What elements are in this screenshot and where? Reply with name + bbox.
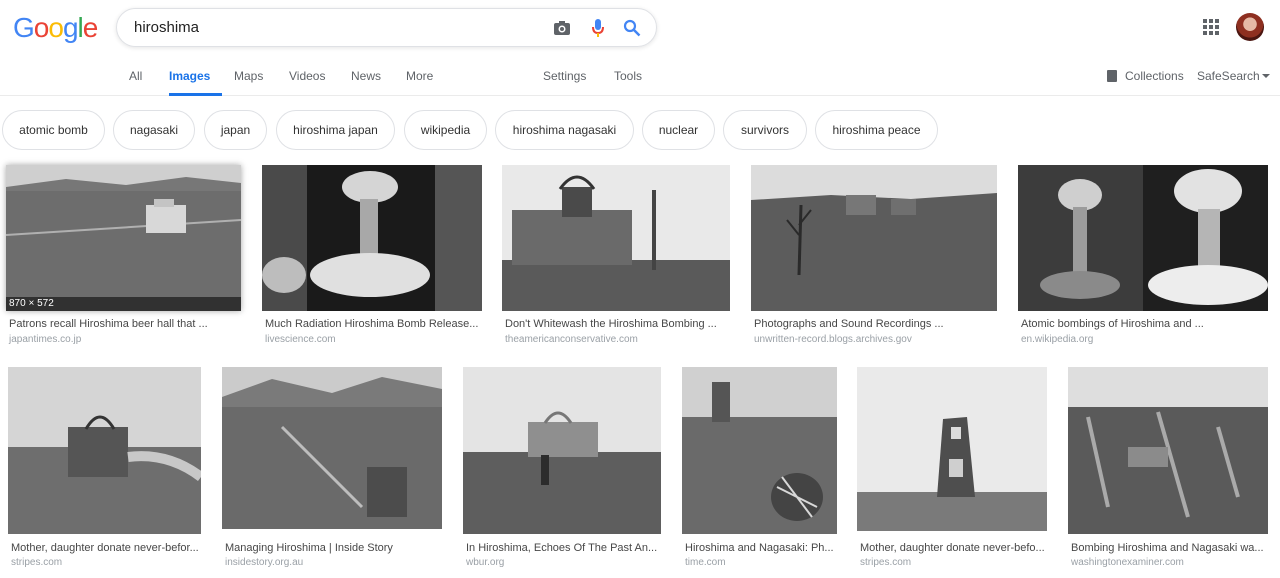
image-result[interactable]: In Hiroshima, Echoes Of The Past An... w… <box>463 367 661 572</box>
tab-videos[interactable]: Videos <box>289 69 325 96</box>
result-title: Patrons recall Hiroshima beer hall that … <box>9 318 208 330</box>
result-source: unwritten-record.blogs.archives.gov <box>754 334 912 345</box>
search-input[interactable]: hiroshima <box>134 19 199 36</box>
apps-grid-icon[interactable] <box>1203 19 1219 35</box>
related-chip[interactable]: wikipedia <box>404 110 487 150</box>
result-title: Photographs and Sound Recordings ... <box>754 318 944 330</box>
related-chip[interactable]: hiroshima nagasaki <box>495 110 634 150</box>
google-logo[interactable]: Google <box>13 12 98 44</box>
result-title: Don't Whitewash the Hiroshima Bombing ..… <box>505 318 717 330</box>
result-source: washingtonexaminer.com <box>1071 557 1184 568</box>
tab-images[interactable]: Images <box>169 69 222 96</box>
result-thumbnail[interactable] <box>262 165 482 311</box>
result-title: Bombing Hiroshima and Nagasaki wa... <box>1071 542 1264 554</box>
image-result[interactable]: Hiroshima and Nagasaki: Ph... time.com <box>682 367 837 572</box>
result-thumbnail[interactable] <box>1018 165 1268 311</box>
image-result[interactable]: Mother, daughter donate never-befor... s… <box>8 367 201 572</box>
image-result[interactable]: Don't Whitewash the Hiroshima Bombing ..… <box>502 165 730 345</box>
search-box[interactable]: hiroshima <box>116 8 657 47</box>
result-thumbnail[interactable]: 870 × 572 <box>6 165 241 311</box>
tab-more[interactable]: More <box>406 69 433 96</box>
result-thumbnail[interactable] <box>857 367 1047 531</box>
image-result[interactable]: Mother, daughter donate never-befo... st… <box>857 367 1047 572</box>
search-nav: All Images Maps Videos News More Setting… <box>0 69 1280 96</box>
image-result[interactable]: Much Radiation Hiroshima Bomb Release...… <box>262 165 482 345</box>
tools-link[interactable]: Tools <box>614 69 642 96</box>
image-dimensions: 870 × 572 <box>6 297 241 311</box>
tab-news[interactable]: News <box>351 69 381 96</box>
result-source: stripes.com <box>11 557 63 568</box>
related-chip[interactable]: hiroshima peace <box>815 110 938 150</box>
related-chip[interactable]: hiroshima japan <box>276 110 395 150</box>
account-avatar[interactable] <box>1236 13 1264 41</box>
result-thumbnail[interactable] <box>751 165 997 311</box>
tab-maps[interactable]: Maps <box>234 69 263 96</box>
result-title: Mother, daughter donate never-befo... <box>860 542 1045 554</box>
result-thumbnail[interactable] <box>682 367 837 534</box>
camera-icon[interactable] <box>552 18 572 38</box>
collections-icon <box>1107 70 1117 82</box>
result-source: insidestory.org.au <box>225 557 304 568</box>
image-result[interactable]: Managing Hiroshima | Inside Story inside… <box>222 367 442 572</box>
result-source: stripes.com <box>860 557 912 568</box>
collections-link[interactable]: Collections <box>1107 69 1184 83</box>
related-chip[interactable]: survivors <box>723 110 807 150</box>
result-source: theamericanconservative.com <box>505 334 638 345</box>
result-title: Mother, daughter donate never-befor... <box>11 542 199 554</box>
result-thumbnail[interactable] <box>222 367 442 529</box>
safesearch-menu[interactable]: SafeSearch <box>1197 69 1270 83</box>
related-chip[interactable]: nagasaki <box>113 110 195 150</box>
result-source: wbur.org <box>466 557 505 568</box>
result-source: en.wikipedia.org <box>1021 334 1094 345</box>
safesearch-label: SafeSearch <box>1197 69 1260 83</box>
result-source: time.com <box>685 557 726 568</box>
result-title: Hiroshima and Nagasaki: Ph... <box>685 542 834 554</box>
result-thumbnail[interactable] <box>1068 367 1268 534</box>
tab-all[interactable]: All <box>129 69 142 96</box>
result-title: In Hiroshima, Echoes Of The Past An... <box>466 542 658 554</box>
related-chip[interactable]: atomic bomb <box>2 110 105 150</box>
result-thumbnail[interactable] <box>502 165 730 311</box>
result-source: livescience.com <box>265 334 336 345</box>
collections-label: Collections <box>1125 69 1184 83</box>
search-icon[interactable] <box>622 18 642 38</box>
image-result[interactable]: 870 × 572 Patrons recall Hiroshima beer … <box>6 165 241 345</box>
result-thumbnail[interactable] <box>463 367 661 534</box>
microphone-icon[interactable] <box>588 18 608 38</box>
chevron-down-icon <box>1261 74 1270 78</box>
result-title: Managing Hiroshima | Inside Story <box>225 542 393 554</box>
related-chip[interactable]: japan <box>204 110 267 150</box>
result-title: Atomic bombings of Hiroshima and ... <box>1021 318 1204 330</box>
image-result[interactable]: Atomic bombings of Hiroshima and ... en.… <box>1018 165 1268 345</box>
settings-link[interactable]: Settings <box>543 69 586 96</box>
image-result[interactable]: Photographs and Sound Recordings ... unw… <box>751 165 997 345</box>
result-source: japantimes.co.jp <box>9 334 82 345</box>
related-chip[interactable]: nuclear <box>642 110 715 150</box>
logo-text: Google <box>13 12 98 43</box>
result-thumbnail[interactable] <box>8 367 201 534</box>
image-result[interactable]: Bombing Hiroshima and Nagasaki wa... was… <box>1068 367 1268 572</box>
result-title: Much Radiation Hiroshima Bomb Release... <box>265 318 479 330</box>
